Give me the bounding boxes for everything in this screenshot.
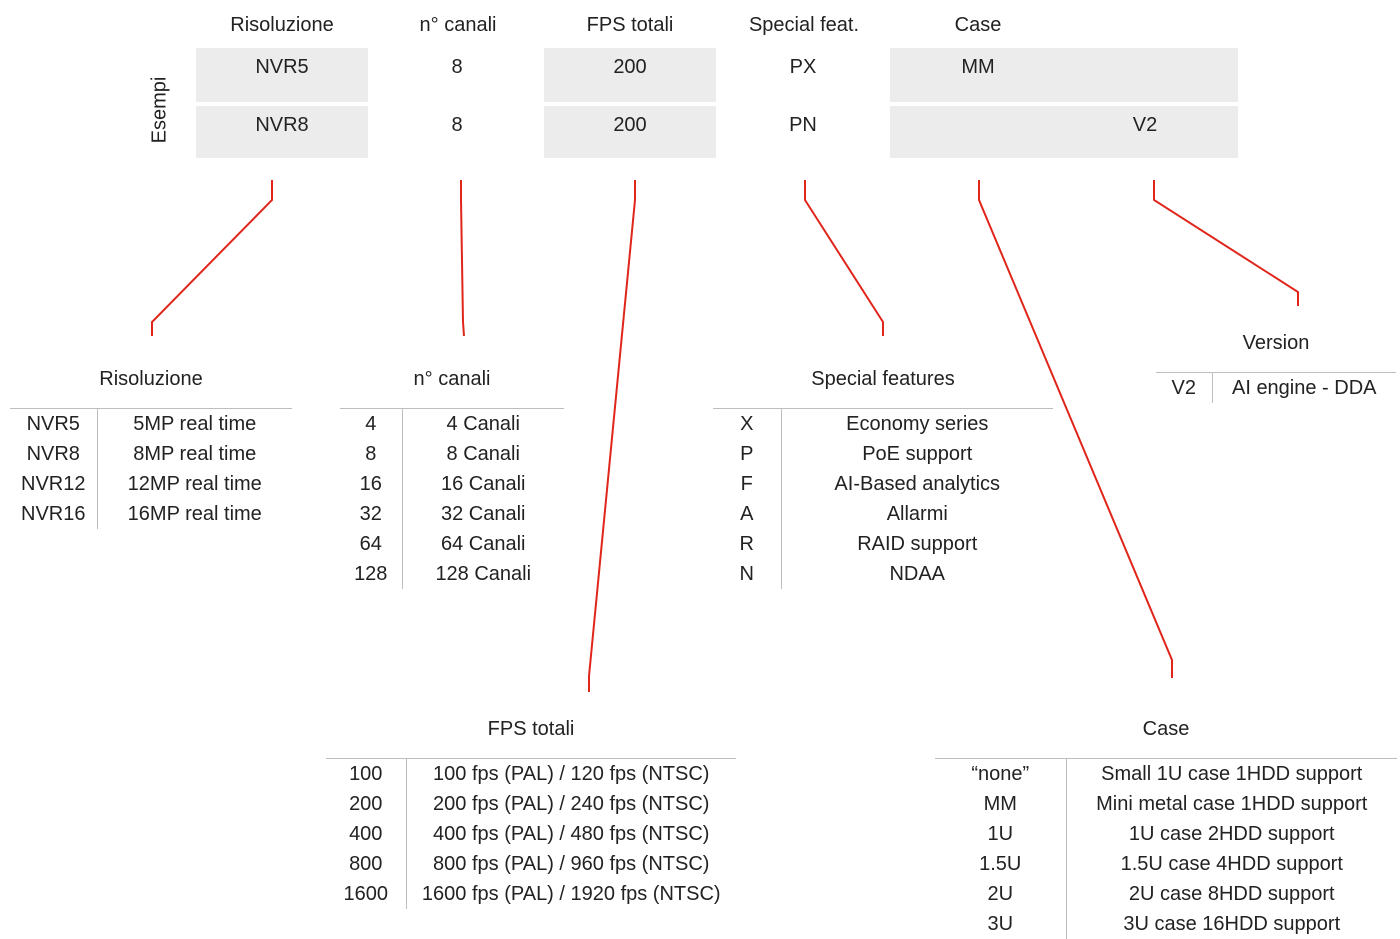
table-row: NVR16 16MP real time <box>10 499 292 529</box>
table-row: 32 32 Canali <box>340 499 564 529</box>
table-row: 800 800 fps (PAL) / 960 fps (NTSC) <box>326 849 736 879</box>
table-row: 1U 1U case 2HDD support <box>935 819 1397 849</box>
table-row: NVR12 12MP real time <box>10 469 292 499</box>
table-row: 100 100 fps (PAL) / 120 fps (NTSC) <box>326 758 736 789</box>
title-fps: FPS totali <box>487 718 575 740</box>
table-row: “none” Small 1U case 1HDD support <box>935 758 1397 789</box>
table-row: 64 64 Canali <box>340 529 564 559</box>
table-version: V2 AI engine - DDA <box>1156 372 1396 403</box>
table-risoluzione: NVR5 5MP real time NVR8 8MP real time NVR1… <box>10 408 292 529</box>
table-row: NVR8 8MP real time <box>10 439 292 469</box>
connector-fps <box>588 180 636 692</box>
table-case: “none” Small 1U case 1HDD support MM Mini … <box>935 758 1397 939</box>
table-row: F AI-Based analytics <box>713 469 1053 499</box>
table-special: X Economy series P PoE support F AI-Based a… <box>713 408 1053 589</box>
table-row: MM Mini metal case 1HDD support <box>935 789 1397 819</box>
table-row: 88 Canali <box>340 439 564 469</box>
table-row: A Allarmi <box>713 499 1053 529</box>
table-row: P PoE support <box>713 439 1053 469</box>
connector-special <box>804 180 884 336</box>
connector-risoluzione <box>151 180 273 336</box>
table-row: NVR5 5MP real time <box>10 408 292 439</box>
table-canali: 44 Canali 88 Canali 16 16 Canali 32 32 Can… <box>340 408 564 589</box>
table-row: 200 200 fps (PAL) / 240 fps (NTSC) <box>326 789 736 819</box>
title-risoluzione: Risoluzione <box>99 368 203 390</box>
table-row: V2 AI engine - DDA <box>1156 372 1396 403</box>
connector-canali <box>460 180 465 337</box>
table-row: X Economy series <box>713 408 1053 439</box>
title-canali: n° canali <box>413 368 491 390</box>
table-row: 2U 2U case 8HDD support <box>935 879 1397 909</box>
title-version: Version <box>1242 332 1310 354</box>
table-row: 1.5U 1.5U case 4HDD support <box>935 849 1397 879</box>
table-row: R RAID support <box>713 529 1053 559</box>
table-row: 44 Canali <box>340 408 564 439</box>
connector-version <box>1153 180 1299 306</box>
table-fps: 100 100 fps (PAL) / 120 fps (NTSC) 200 200… <box>326 758 736 909</box>
table-row: 16 16 Canali <box>340 469 564 499</box>
table-row: 3U 3U case 16HDD support <box>935 909 1397 939</box>
table-row: 1600 1600 fps (PAL) / 1920 fps (NTSC) <box>326 879 736 909</box>
title-special: Special features <box>811 368 955 390</box>
table-row: N NDAA <box>713 559 1053 589</box>
title-case: Case <box>1142 718 1190 740</box>
table-row: 400 400 fps (PAL) / 480 fps (NTSC) <box>326 819 736 849</box>
table-row: 128 128 Canali <box>340 559 564 589</box>
